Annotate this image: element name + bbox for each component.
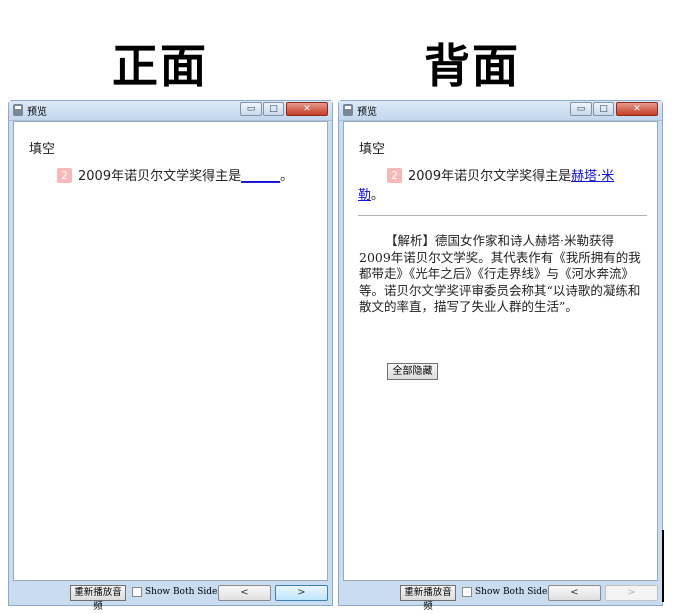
show-both-sides-label[interactable]: Show Both Sides <box>145 587 222 597</box>
card-content: 填空 2 2009年诺贝尔文学奖得主是赫塔·米勒。 【解析】德国女作家和诗人赫塔·… <box>343 121 658 581</box>
question-text: 2009年诺贝尔文学奖得主是 <box>408 169 572 184</box>
front-heading: 正面 <box>112 39 208 93</box>
close-button[interactable]: ✕ <box>286 102 328 116</box>
next-button[interactable]: > <box>605 585 658 601</box>
answer-blank: ______ <box>241 169 281 184</box>
minimize-button[interactable]: ▭ <box>570 102 592 116</box>
end-punct: 。 <box>280 169 294 184</box>
replay-audio-button[interactable]: 重新播放音频 <box>70 585 126 612</box>
maximize-button[interactable]: □ <box>593 102 614 116</box>
next-button[interactable]: > <box>275 585 328 601</box>
question-line: 2 2009年诺贝尔文学奖得主是______。 <box>28 167 310 186</box>
title-bar[interactable]: 预览 ▭ □ ✕ <box>339 101 662 121</box>
hide-all-button[interactable]: 全部隐藏 <box>387 363 438 380</box>
question-type: 填空 <box>29 142 56 157</box>
question-number-badge: 2 <box>387 168 402 183</box>
bottom-toolbar: 重新播放音频 Show Both Sides < > <box>9 581 332 612</box>
maximize-button[interactable]: □ <box>263 102 284 116</box>
prev-button[interactable]: < <box>218 585 271 601</box>
show-both-sides-checkbox[interactable] <box>462 587 472 597</box>
question-text: 2009年诺贝尔文学奖得主是 <box>78 169 242 184</box>
show-both-sides-label[interactable]: Show Both Sides <box>475 587 552 597</box>
window-title: 预览 <box>27 107 47 118</box>
back-heading: 背面 <box>424 39 520 93</box>
divider <box>358 215 647 216</box>
end-punct: 。 <box>371 188 385 203</box>
front-preview-window: 预览 ▭ □ ✕ 填空 2 2009年诺贝尔文学奖得主是______。 重新播放音… <box>8 100 333 612</box>
show-both-sides-checkbox[interactable] <box>132 587 142 597</box>
question-number-badge: 2 <box>57 168 72 183</box>
question-line: 2 2009年诺贝尔文学奖得主是赫塔·米勒。 <box>358 167 640 205</box>
window-title: 预览 <box>357 107 377 118</box>
close-button[interactable]: ✕ <box>616 102 658 116</box>
title-bar[interactable]: 预览 ▭ □ ✕ <box>9 101 332 121</box>
app-icon <box>343 104 353 116</box>
back-preview-window: 预览 ▭ □ ✕ 填空 2 2009年诺贝尔文学奖得主是赫塔·米勒。 【解析】德国… <box>338 100 663 612</box>
app-icon <box>13 104 23 116</box>
prev-button[interactable]: < <box>548 585 601 601</box>
question-type: 填空 <box>359 142 386 157</box>
bottom-toolbar: 重新播放音频 Show Both Sides < > <box>339 581 662 612</box>
replay-audio-button[interactable]: 重新播放音频 <box>400 585 456 612</box>
analysis-block: 【解析】德国女作家和诗人赫塔·米勒获得2009年诺贝尔文学奖。其代表作有《我所拥… <box>359 233 645 316</box>
analysis-text: 【解析】德国女作家和诗人赫塔·米勒获得2009年诺贝尔文学奖。其代表作有《我所拥… <box>359 233 641 314</box>
edge-line <box>662 530 664 602</box>
minimize-button[interactable]: ▭ <box>240 102 262 116</box>
card-content: 填空 2 2009年诺贝尔文学奖得主是______。 <box>13 121 328 581</box>
